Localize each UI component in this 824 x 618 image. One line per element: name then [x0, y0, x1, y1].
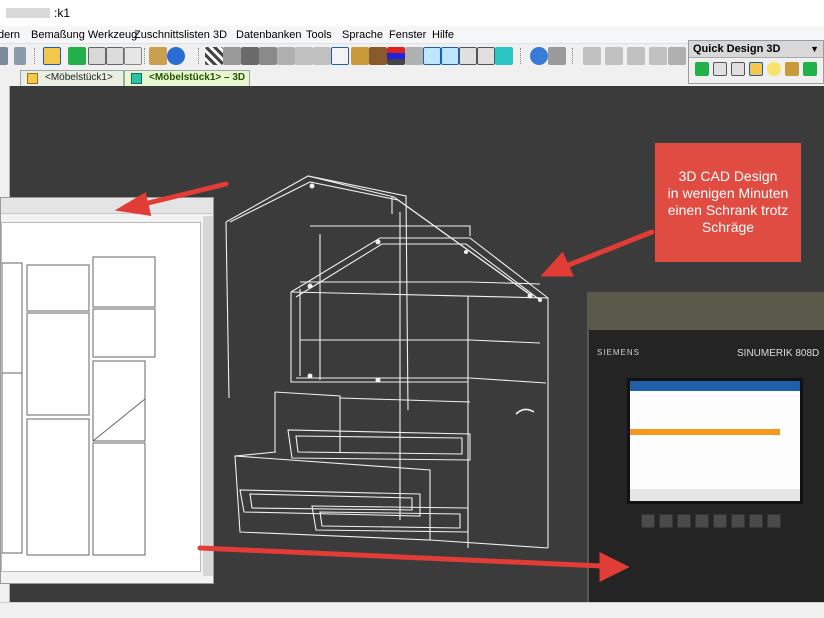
arrow-head — [114, 192, 152, 217]
annotation-arrows — [114, 181, 655, 583]
arrow-head — [540, 251, 574, 277]
arrow-to-sheet — [137, 181, 229, 208]
horizontal-scrollbar[interactable] — [0, 602, 824, 618]
arrow-to-cabinet — [563, 229, 655, 269]
arrow-head — [599, 551, 630, 583]
arrow-to-machine — [197, 545, 605, 569]
